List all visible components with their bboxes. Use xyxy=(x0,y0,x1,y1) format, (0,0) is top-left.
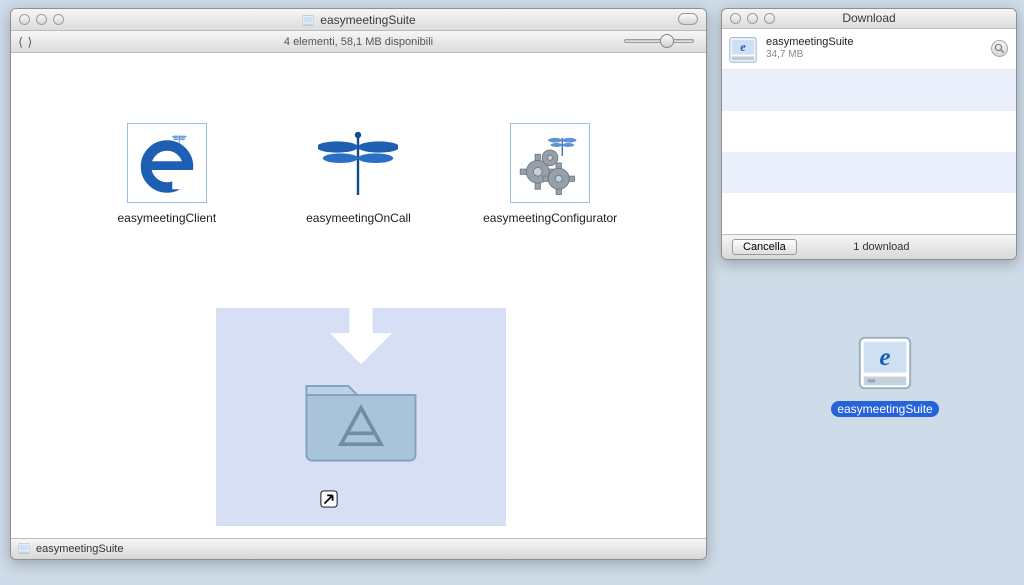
download-row-empty xyxy=(722,152,1016,193)
download-item[interactable]: e easymeetingSuite 34,7 MB xyxy=(722,29,1016,70)
app-label: easymeetingOnCall xyxy=(306,211,411,225)
zoom-button[interactable] xyxy=(764,13,775,24)
finder-content[interactable]: easymeetingClient easymeetingOnCall xyxy=(11,53,706,538)
disk-icon xyxy=(301,13,315,27)
download-list: e easymeetingSuite 34,7 MB xyxy=(722,29,1016,234)
disk-image-icon: e xyxy=(728,34,758,64)
app-item-client[interactable]: easymeetingClient xyxy=(87,123,247,225)
app-icons-row: easymeetingClient easymeetingOnCall xyxy=(11,123,706,225)
finder-pathbar: easymeetingSuite xyxy=(11,538,706,559)
back-forward-control[interactable]: ⟨ ⟩ xyxy=(17,35,33,49)
app-item-configurator[interactable]: easymeetingConfigurator xyxy=(470,123,630,225)
finder-titlebar[interactable]: easymeetingSuite xyxy=(11,9,706,31)
download-row-empty xyxy=(722,70,1016,111)
finder-status-text: 4 elementi, 58,1 MB disponibili xyxy=(11,36,706,48)
download-count-label: 1 download xyxy=(853,241,909,253)
app-icon-client xyxy=(127,123,207,203)
minimize-button[interactable] xyxy=(747,13,758,24)
toolbar-toggle-button[interactable] xyxy=(678,13,698,25)
icon-size-slider[interactable] xyxy=(624,37,694,45)
svg-text:e: e xyxy=(879,344,890,371)
zoom-button[interactable] xyxy=(53,14,64,25)
app-icon-configurator xyxy=(510,123,590,203)
download-titlebar[interactable]: Download xyxy=(722,9,1016,29)
reveal-in-finder-button[interactable] xyxy=(991,40,1008,57)
desktop-disk-label: easymeetingSuite xyxy=(831,401,938,417)
window-controls[interactable] xyxy=(730,13,775,24)
window-controls[interactable] xyxy=(19,14,64,25)
svg-text:e: e xyxy=(740,40,746,54)
download-row-empty xyxy=(722,111,1016,152)
finder-toolbar: ⟨ ⟩ 4 elementi, 58,1 MB disponibili xyxy=(11,31,706,53)
app-label: easymeetingClient xyxy=(117,211,216,225)
pathbar-text: easymeetingSuite xyxy=(36,543,123,555)
finder-window[interactable]: easymeetingSuite ⟨ ⟩ 4 elementi, 58,1 MB… xyxy=(10,8,707,560)
window-title: easymeetingSuite xyxy=(11,13,706,27)
app-label: easymeetingConfigurator xyxy=(483,211,617,225)
forward-icon[interactable]: ⟩ xyxy=(26,35,33,49)
desktop-disk-item[interactable]: e easymeetingSuite xyxy=(835,332,935,417)
download-row-empty xyxy=(722,193,1016,234)
window-title-text: easymeetingSuite xyxy=(320,13,415,27)
magnifier-icon xyxy=(994,43,1005,54)
alias-badge-icon xyxy=(320,490,338,508)
download-bottombar: Cancella 1 download xyxy=(722,234,1016,259)
download-window[interactable]: Download e easymeetingSuite 34,7 MB Canc… xyxy=(721,8,1017,260)
minimize-button[interactable] xyxy=(36,14,47,25)
app-icon-oncall xyxy=(318,123,398,203)
back-icon[interactable]: ⟨ xyxy=(17,35,24,49)
disk-icon xyxy=(17,541,31,558)
slider-track xyxy=(624,39,694,43)
slider-knob[interactable] xyxy=(660,34,674,48)
close-button[interactable] xyxy=(19,14,30,25)
applications-folder-icon xyxy=(296,366,426,466)
down-arrow-icon xyxy=(311,308,411,366)
download-item-name: easymeetingSuite xyxy=(766,36,853,49)
download-item-size: 34,7 MB xyxy=(766,49,853,61)
clear-downloads-button[interactable]: Cancella xyxy=(732,239,797,255)
app-item-oncall[interactable]: easymeetingOnCall xyxy=(278,123,438,225)
disk-image-icon: e xyxy=(854,332,916,397)
applications-drop-target[interactable] xyxy=(216,308,506,526)
close-button[interactable] xyxy=(730,13,741,24)
download-item-text: easymeetingSuite 34,7 MB xyxy=(766,36,853,61)
window-title-text: Download xyxy=(842,11,895,25)
